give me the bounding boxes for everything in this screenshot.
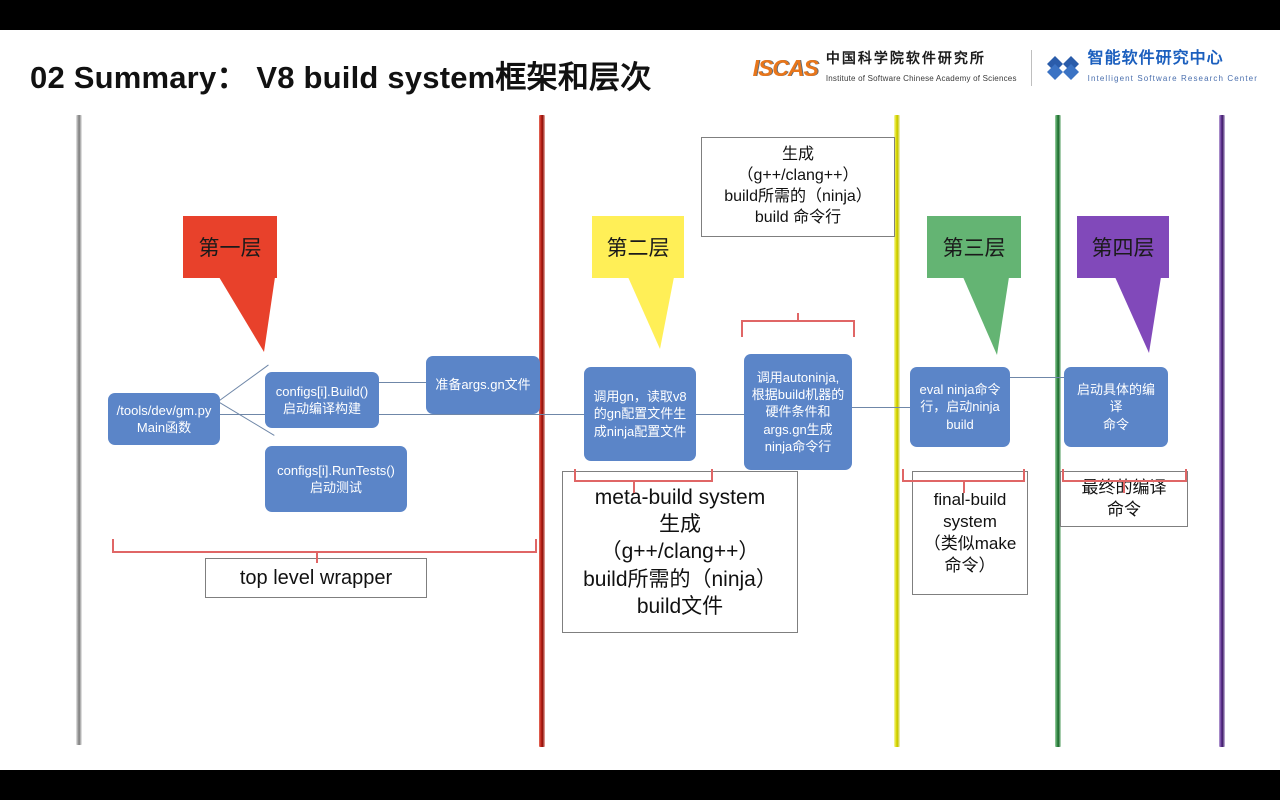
note-box-final-build-line2: system [943, 511, 997, 531]
callout-layer-4-label: 第四层 [1091, 237, 1155, 260]
process-box-configs-build-line1: configs[i].Build() [275, 383, 369, 399]
process-box-eval-ninja-line2: 行，启动ninja [920, 399, 1000, 415]
note-box-ninja-cmdline: 生成 （g++/clang++） build所需的（ninja） build 命… [701, 137, 895, 237]
note-box-meta-build: meta-build system 生成 （g++/clang++） build… [562, 471, 798, 633]
callout-layer-1-body: 第一层 [183, 216, 277, 278]
callout-layer-2-tail [628, 277, 674, 349]
connector-gm-to-build [218, 364, 269, 402]
letterbox-bottom [0, 770, 1280, 800]
note-box-ninja-cmdline-line3: build所需的（ninja） [724, 188, 872, 205]
note-box-top-level-wrapper-label: top level wrapper [239, 567, 393, 589]
connector-eval-to-compile [1010, 377, 1072, 378]
letterbox-top [0, 0, 1280, 30]
isrc-logo-text: 智能软件研究中心 Intelligent Software Research C… [1088, 50, 1258, 86]
callout-layer-3-label: 第三层 [942, 237, 1006, 260]
process-box-autoninja-line2: 根据build机器的 [751, 387, 845, 403]
divider-green [1055, 115, 1061, 747]
process-box-eval-ninja-line3: build [946, 416, 974, 432]
process-box-configs-build-line2: 启动编译构建 [282, 401, 361, 416]
iscas-logo-text: 中国科学院软件研究所 Institute of Software Chinese… [826, 50, 1017, 86]
process-box-autoninja-line4: args.gn生成 [763, 421, 833, 437]
note-box-meta-build-line2: 生成 [659, 513, 701, 537]
process-box-compile-command-line2: 命令 [1102, 416, 1129, 432]
note-box-ninja-cmdline-line4: build 命令行 [754, 208, 842, 226]
process-box-gm-main-line2: Main函数 [136, 420, 192, 435]
note-box-meta-build-line5: build文件 [636, 594, 724, 618]
isrc-logo-cn: 智能软件研究中心 [1087, 49, 1224, 67]
process-box-compile-command-line1: 启动具体的编译 [1076, 382, 1155, 415]
connector-build-to-argsgn [378, 382, 426, 383]
callout-layer-1: 第一层 [183, 216, 277, 352]
process-box-autoninja-line3: 硬件条件和 [765, 404, 831, 420]
note-box-ninja-cmdline-line2: （g++/clang++） [737, 167, 859, 185]
process-box-autoninja: 调用autoninja, 根据build机器的 硬件条件和 args.gn生成 … [744, 354, 852, 470]
iscas-logo-en: Institute of Software Chinese Academy of… [825, 74, 1017, 83]
bracket-meta-build [574, 469, 713, 493]
callout-layer-2: 第二层 [592, 216, 684, 349]
connector-autoninja-to-eval [852, 407, 912, 408]
logo-iscas: ISCAS 中国科学院软件研究所 Institute of Software C… [739, 50, 1031, 86]
process-box-eval-ninja: eval ninja命令 行，启动ninja build [910, 367, 1010, 447]
isrc-logo-icon [1046, 55, 1080, 81]
logo-group: ISCAS 中国科学院软件研究所 Institute of Software C… [739, 44, 1272, 92]
process-box-gn-line3: 成ninja配置文件 [593, 423, 687, 439]
note-box-final-compile-cmd-line2: 命令 [1107, 500, 1141, 519]
callout-layer-2-label: 第二层 [606, 237, 670, 260]
logo-isrc: 智能软件研究中心 Intelligent Software Research C… [1032, 50, 1272, 86]
note-box-final-build-line4: 命令） [944, 556, 996, 576]
divider-purple [1219, 115, 1225, 747]
process-box-gn-line2: 的gn配置文件生 [593, 406, 687, 422]
bracket-autoninja [741, 313, 855, 337]
callout-layer-1-tail [219, 277, 275, 352]
callout-layer-4: 第四层 [1077, 216, 1169, 353]
divider-gray [76, 115, 82, 745]
bracket-final-build [902, 469, 1025, 493]
iscas-wordmark-icon: ISCAS [752, 54, 819, 81]
isrc-logo-en: Intelligent Software Research Center [1087, 74, 1258, 84]
process-box-gm-main-line1: /tools/dev/gm.py [116, 402, 212, 418]
bracket-top-level-wrapper [112, 539, 537, 563]
note-box-top-level-wrapper: top level wrapper [205, 558, 427, 598]
callout-layer-2-body: 第二层 [592, 216, 684, 278]
process-box-gn-line1: 调用gn，读取v8 [593, 389, 687, 405]
connector-gn-to-autoninja [694, 414, 750, 415]
bracket-final-compile-cmd [1062, 469, 1187, 493]
iscas-logo-cn: 中国科学院软件研究所 [825, 50, 986, 66]
process-box-gm-main: /tools/dev/gm.py Main函数 [108, 393, 220, 445]
process-box-compile-command: 启动具体的编译 命令 [1064, 367, 1168, 447]
note-box-meta-build-line3: （g++/clang++） [600, 540, 760, 564]
callout-layer-3-body: 第三层 [927, 216, 1021, 278]
callout-layer-4-tail [1115, 277, 1161, 353]
process-box-configs-runtests-line1: configs[i].RunTests() [277, 462, 395, 478]
process-box-prepare-argsgn: 准备args.gn文件 [426, 356, 540, 414]
slide-canvas: 02 Summary： V8 build system框架和层次 ISCAS 中… [0, 30, 1280, 770]
process-box-eval-ninja-line1: eval ninja命令 [919, 382, 1001, 398]
process-box-autoninja-line5: ninja命令行 [764, 438, 832, 454]
callout-layer-3: 第三层 [927, 216, 1021, 355]
process-box-prepare-argsgn-label: 准备args.gn文件 [435, 377, 531, 393]
connector-argsgn-to-gn [206, 414, 584, 415]
process-box-gn: 调用gn，读取v8 的gn配置文件生 成ninja配置文件 [584, 367, 696, 461]
note-box-ninja-cmdline-line1: 生成 [781, 146, 814, 164]
callout-layer-3-tail [963, 277, 1009, 355]
divider-red [539, 115, 545, 747]
process-box-autoninja-line1: 调用autoninja, [756, 370, 840, 386]
note-box-meta-build-line4: build所需的（ninja） [583, 567, 777, 591]
process-box-configs-build: configs[i].Build() 启动编译构建 [265, 372, 379, 428]
note-box-final-build-line3: （类似make [923, 534, 1017, 553]
page-title: 02 Summary： V8 build system框架和层次 [30, 60, 652, 95]
process-box-configs-runtests: configs[i].RunTests() 启动测试 [265, 446, 407, 512]
callout-layer-1-label: 第一层 [198, 237, 262, 260]
callout-layer-4-body: 第四层 [1077, 216, 1169, 278]
process-box-configs-runtests-line2: 启动测试 [309, 480, 362, 495]
